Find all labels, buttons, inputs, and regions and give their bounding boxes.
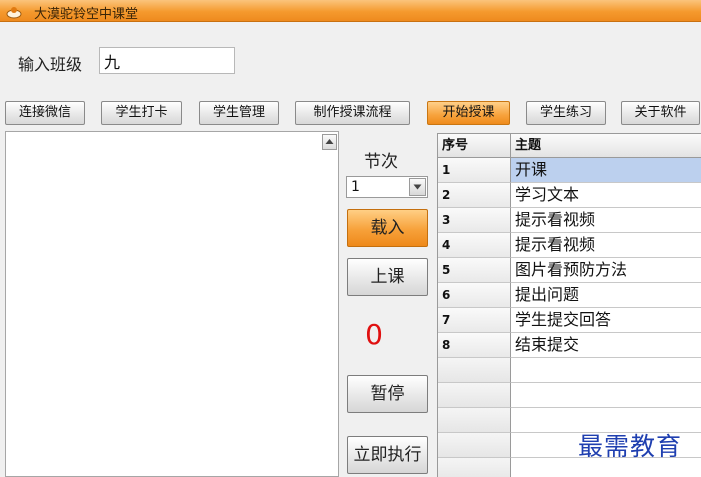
row-number: 1	[438, 158, 511, 183]
table-row[interactable]: 3 提示看视频	[438, 208, 701, 233]
create-lesson-flow-button[interactable]: 制作授课流程	[295, 101, 410, 125]
start-teaching-button[interactable]: 开始授课	[427, 101, 510, 125]
dropdown-button[interactable]	[409, 178, 426, 196]
about-software-button[interactable]: 关于软件	[621, 101, 700, 125]
window-title: 大漠驼铃空中课堂	[34, 7, 139, 22]
row-number: 8	[438, 333, 511, 358]
empty-row[interactable]	[438, 358, 701, 383]
empty-row[interactable]	[438, 383, 701, 408]
row-topic[interactable]: 学习文本	[511, 183, 701, 208]
session-select[interactable]: 1	[346, 176, 428, 198]
steps-table[interactable]: 序号 主题 1 开课 2 学习文本 3 提示看视频 4 提示看视频 5 图片看预…	[437, 133, 701, 477]
row-number: 4	[438, 233, 511, 258]
watermark-text: 最需教育	[578, 432, 683, 461]
row-number: 3	[438, 208, 511, 233]
table-row[interactable]: 5 图片看预防方法	[438, 258, 701, 283]
student-checkin-button[interactable]: 学生打卡	[101, 101, 182, 125]
connect-wechat-button[interactable]: 连接微信	[5, 101, 85, 125]
title-bar: 大漠驼铃空中课堂	[0, 0, 701, 22]
app-logo-icon	[6, 4, 22, 19]
pause-button[interactable]: 暂停	[347, 375, 428, 413]
chevron-down-icon	[413, 184, 422, 190]
row-number: 6	[438, 283, 511, 308]
column-header-number[interactable]: 序号	[438, 134, 511, 158]
table-row[interactable]: 7 学生提交回答	[438, 308, 701, 333]
table-row[interactable]: 4 提示看视频	[438, 233, 701, 258]
table-row[interactable]: 8 结束提交	[438, 333, 701, 358]
row-topic[interactable]: 学生提交回答	[511, 308, 701, 333]
table-row[interactable]: 2 学习文本	[438, 183, 701, 208]
column-header-topic[interactable]: 主题	[511, 134, 701, 158]
row-number: 5	[438, 258, 511, 283]
student-practice-button[interactable]: 学生练习	[526, 101, 606, 125]
row-number: 2	[438, 183, 511, 208]
scroll-up-button[interactable]	[322, 134, 337, 150]
row-topic[interactable]: 提示看视频	[511, 208, 701, 233]
class-input[interactable]	[99, 47, 235, 74]
execute-now-button[interactable]: 立即执行	[347, 436, 428, 474]
row-topic[interactable]: 开课	[511, 158, 701, 183]
session-label: 节次	[364, 152, 398, 172]
row-topic[interactable]: 结束提交	[511, 333, 701, 358]
table-row[interactable]: 1 开课	[438, 158, 701, 183]
table-row[interactable]: 6 提出问题	[438, 283, 701, 308]
start-class-button[interactable]: 上课	[347, 258, 428, 296]
student-management-button[interactable]: 学生管理	[199, 101, 279, 125]
row-topic[interactable]: 提出问题	[511, 283, 701, 308]
class-label: 输入班级	[18, 55, 83, 74]
chevron-up-icon	[325, 139, 334, 144]
row-number: 7	[438, 308, 511, 333]
content-pane[interactable]	[5, 131, 339, 477]
session-value: 1	[351, 179, 360, 195]
row-topic[interactable]: 提示看视频	[511, 233, 701, 258]
counter-value: 0	[365, 318, 383, 351]
load-button[interactable]: 载入	[347, 209, 428, 247]
row-topic[interactable]: 图片看预防方法	[511, 258, 701, 283]
